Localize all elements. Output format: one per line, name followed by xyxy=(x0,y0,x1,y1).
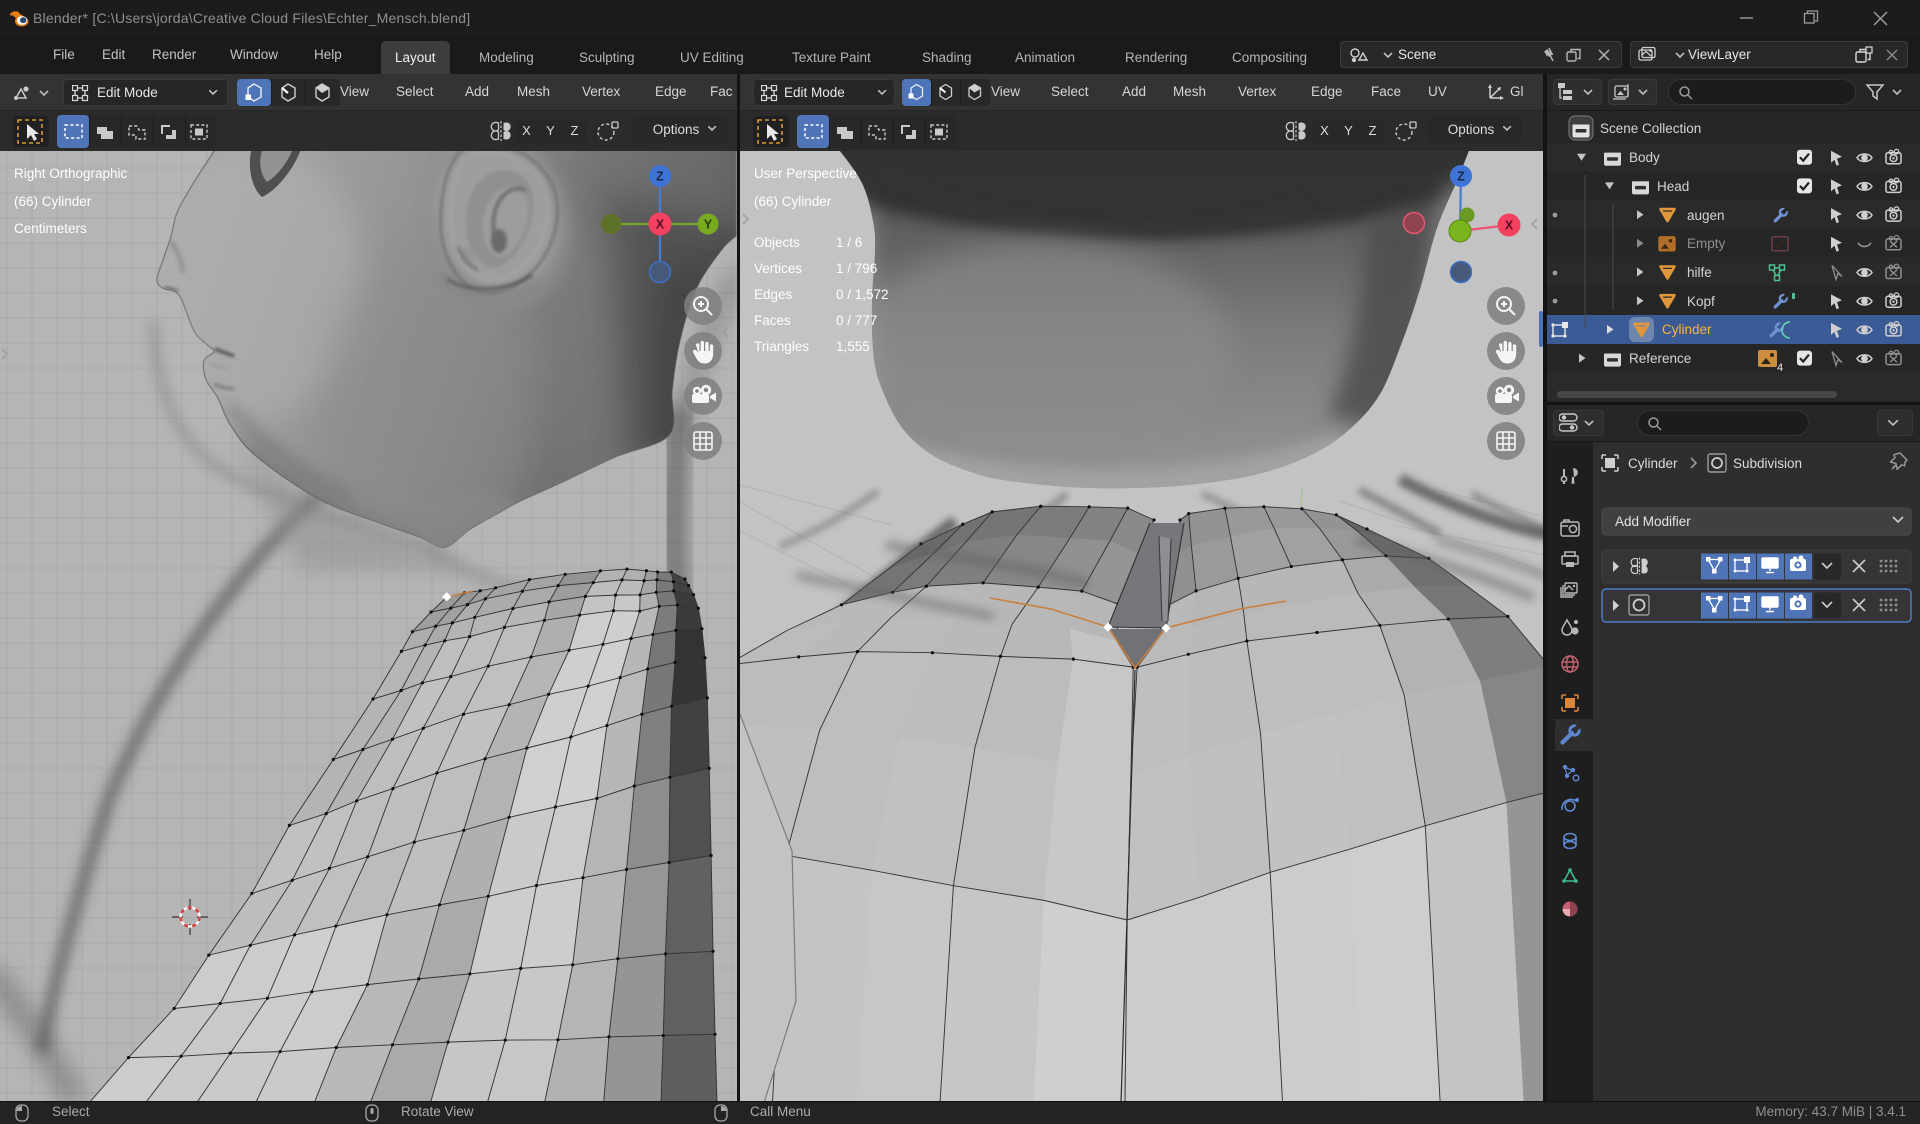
svg-text:Objects: Objects xyxy=(754,235,800,250)
svg-text:X: X xyxy=(656,218,665,232)
svg-text:1 / 6: 1 / 6 xyxy=(836,235,862,250)
svg-text:User Perspective: User Perspective xyxy=(754,166,857,181)
svg-text:Z: Z xyxy=(1457,170,1465,184)
svg-text:Kopf: Kopf xyxy=(1687,294,1715,309)
svg-text:Head: Head xyxy=(1657,179,1689,194)
svg-text:Reference: Reference xyxy=(1629,351,1691,366)
svg-text:(66) Cylinder: (66) Cylinder xyxy=(14,194,92,209)
svg-text:Triangles: Triangles xyxy=(754,339,809,354)
svg-text:Cylinder: Cylinder xyxy=(1662,322,1712,337)
svg-text:Empty: Empty xyxy=(1687,236,1726,251)
svg-text:1,555: 1,555 xyxy=(836,339,870,354)
svg-text:Vertices: Vertices xyxy=(754,261,802,276)
svg-text:Faces: Faces xyxy=(754,313,791,328)
svg-text:Edges: Edges xyxy=(754,287,793,302)
svg-text:hilfe: hilfe xyxy=(1687,265,1712,280)
svg-text:(66) Cylinder: (66) Cylinder xyxy=(754,194,832,209)
svg-text:4: 4 xyxy=(1777,362,1783,374)
svg-text:Y: Y xyxy=(704,218,713,232)
svg-text:augen: augen xyxy=(1687,208,1725,223)
svg-text:1 / 796: 1 / 796 xyxy=(836,261,877,276)
svg-text:0 / 1,572: 0 / 1,572 xyxy=(836,287,889,302)
svg-text:Body: Body xyxy=(1629,150,1660,165)
svg-text:Scene Collection: Scene Collection xyxy=(1600,121,1701,136)
svg-text:0 / 777: 0 / 777 xyxy=(836,313,877,328)
svg-text:Z: Z xyxy=(656,170,664,184)
svg-text:Right Orthographic: Right Orthographic xyxy=(14,166,128,181)
svg-text:X: X xyxy=(1505,219,1514,233)
svg-text:Centimeters: Centimeters xyxy=(14,221,87,236)
